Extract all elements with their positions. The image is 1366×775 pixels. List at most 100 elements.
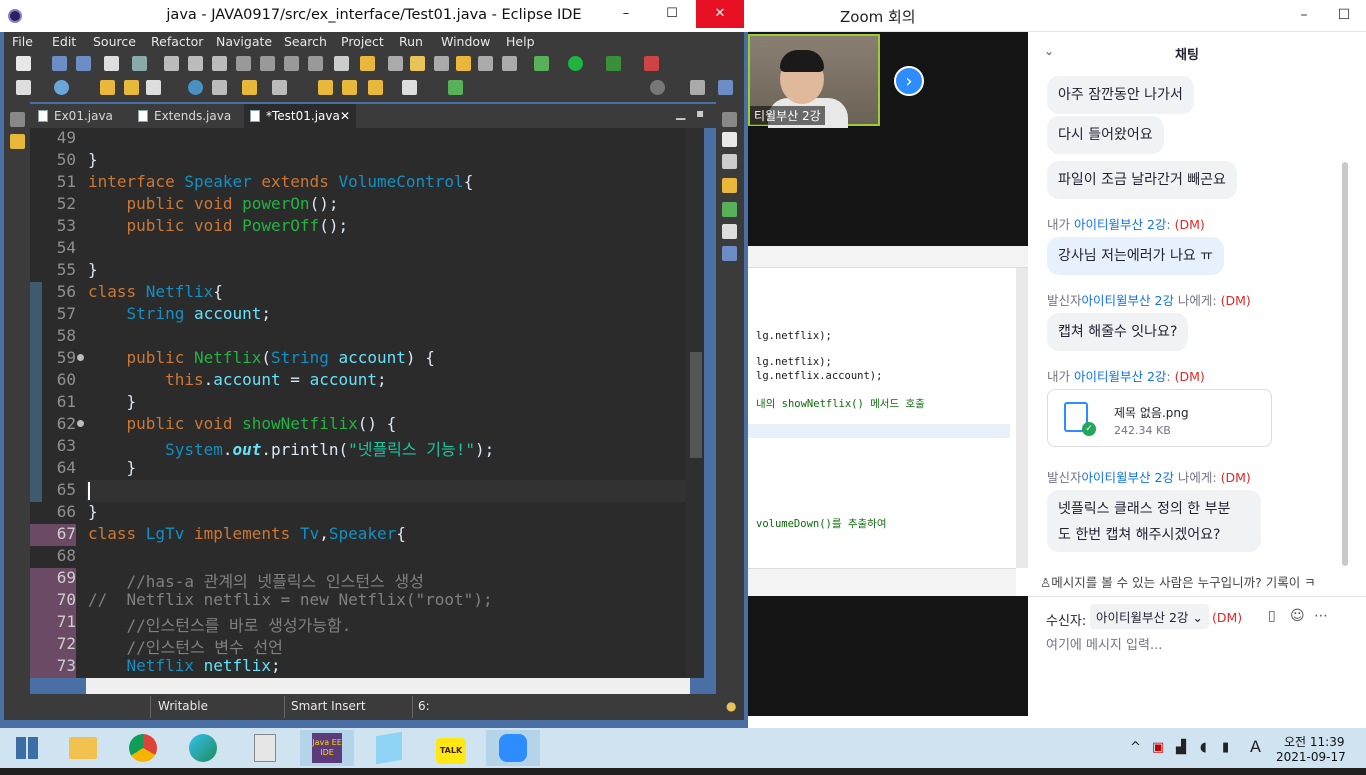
step-into-icon[interactable] xyxy=(260,56,275,71)
close-button[interactable]: ✕ xyxy=(696,0,744,28)
sender-name[interactable]: 아이티윌부산 2강 xyxy=(1074,217,1166,232)
start-button[interactable] xyxy=(0,730,54,766)
eclipse-titlebar[interactable]: java - JAVA0917/src/ex_interface/Test01.… xyxy=(0,0,748,32)
print-icon[interactable] xyxy=(104,56,119,71)
menu-run[interactable]: Run xyxy=(399,34,423,49)
scroll-thumb[interactable] xyxy=(690,352,702,458)
taskbar-calculator[interactable] xyxy=(238,730,292,766)
show-hidden-icons[interactable]: ^ xyxy=(1130,740,1141,755)
minimize-button[interactable]: – xyxy=(1284,0,1324,30)
menu-edit[interactable]: Edit xyxy=(52,34,76,49)
save-all-icon[interactable] xyxy=(76,56,91,71)
visibility-notice[interactable]: ♙메시지를 볼 수 있는 사람은 누구입니까? 기록이 ㅋ xyxy=(1040,572,1360,591)
coverage-icon[interactable] xyxy=(606,56,621,71)
forward-icon[interactable] xyxy=(402,80,417,95)
lightbulb-icon[interactable]: ● xyxy=(726,699,736,713)
edit-icon[interactable] xyxy=(146,80,161,95)
emoji-icon[interactable]: ☺ xyxy=(1290,608,1305,624)
package-explorer-icon[interactable] xyxy=(10,134,25,149)
clock-date[interactable]: 2021-09-17 xyxy=(1276,750,1346,764)
new-java-package-icon[interactable] xyxy=(54,80,69,95)
more-icon[interactable]: ⋯ xyxy=(1314,608,1328,624)
search-icon[interactable] xyxy=(212,80,227,95)
task-list-icon[interactable] xyxy=(722,132,737,147)
open-perspective-icon[interactable] xyxy=(690,80,705,95)
taskbar-file-explorer[interactable] xyxy=(56,730,110,766)
junit-icon[interactable] xyxy=(722,202,737,217)
debug-icon[interactable] xyxy=(534,56,549,71)
mark-occurrences-icon[interactable] xyxy=(410,56,425,71)
tab-extends[interactable]: Extends.java xyxy=(132,104,242,128)
new-java-project-icon[interactable] xyxy=(16,80,31,95)
wifi-icon[interactable]: ▟ xyxy=(1176,740,1186,755)
step-return-icon[interactable] xyxy=(308,56,323,71)
file-icon[interactable]: ▯ xyxy=(1268,608,1276,624)
clock-time[interactable]: 오전 11:39 xyxy=(1284,733,1344,750)
menu-source[interactable]: Source xyxy=(93,34,136,49)
resume-icon[interactable] xyxy=(164,56,179,71)
sender-name[interactable]: 아이티윌부산 2강 xyxy=(1082,470,1174,485)
taskbar-notepad[interactable] xyxy=(362,730,416,766)
open-type-icon[interactable] xyxy=(334,56,349,71)
recipient-select[interactable]: 아이티윌부산 2강 ⌄ xyxy=(1090,604,1209,629)
menu-refactor[interactable]: Refactor xyxy=(151,34,203,49)
toggle-breadcrumb-icon[interactable] xyxy=(388,56,403,71)
new-icon[interactable] xyxy=(16,56,31,71)
maximize-button[interactable]: ☐ xyxy=(650,0,694,28)
restore-icon[interactable] xyxy=(722,112,737,127)
menu-file[interactable]: File xyxy=(12,34,33,49)
taskbar-chrome[interactable] xyxy=(116,730,170,766)
close-tab-icon[interactable]: ✕ xyxy=(340,104,350,128)
suspend-icon[interactable] xyxy=(188,56,203,71)
maximize-editor-icon[interactable]: ▪ xyxy=(696,106,704,120)
web-browser-icon[interactable] xyxy=(188,80,203,95)
minimize-editor-icon[interactable]: ▁ xyxy=(676,106,685,120)
menu-search[interactable]: Search xyxy=(284,34,327,49)
new-window-icon[interactable] xyxy=(448,80,463,95)
terminate-icon[interactable] xyxy=(212,56,227,71)
back-icon[interactable] xyxy=(368,80,383,95)
tab-ex01[interactable]: Ex01.java xyxy=(32,104,132,128)
block-selection-icon[interactable] xyxy=(434,56,449,71)
taskbar-edge[interactable] xyxy=(176,730,230,766)
pin-icon[interactable] xyxy=(242,80,257,95)
file-attachment[interactable]: ✓ 제목 없음.png 242.34 KB xyxy=(1047,389,1272,447)
prev-annotation-icon[interactable] xyxy=(318,80,333,95)
run-icon[interactable] xyxy=(568,56,583,71)
problems-icon[interactable] xyxy=(722,224,737,239)
next-annotation-icon[interactable] xyxy=(342,80,357,95)
maximize-button[interactable]: ☐ xyxy=(1324,0,1364,30)
taskbar-zoom[interactable] xyxy=(486,730,540,766)
taskbar-kakaotalk[interactable]: TALK xyxy=(424,730,478,766)
show-whitespace-icon[interactable] xyxy=(478,56,493,71)
external-tools-icon[interactable] xyxy=(644,56,659,71)
restore-icon[interactable] xyxy=(10,112,25,127)
open-project-icon[interactable] xyxy=(124,80,139,95)
minimize-button[interactable]: – xyxy=(604,0,648,28)
menu-help[interactable]: Help xyxy=(506,34,535,49)
disconnect-icon[interactable] xyxy=(236,56,251,71)
open-folder-icon[interactable] xyxy=(100,80,115,95)
sender-name[interactable]: 아이티윌부산 2강 xyxy=(1074,369,1166,384)
tab-test01[interactable]: *Test01.java ✕ xyxy=(244,104,356,128)
input-method[interactable]: A xyxy=(1250,737,1261,756)
outline-icon[interactable] xyxy=(722,154,737,169)
volume-icon[interactable]: ◖ xyxy=(1200,740,1207,755)
step-over-icon[interactable] xyxy=(284,56,299,71)
participant-video[interactable]: 티윌부산 2강 xyxy=(748,34,880,128)
battery-icon[interactable]: ▮ xyxy=(1222,740,1229,755)
word-wrap-icon[interactable] xyxy=(456,56,471,71)
zoom-titlebar[interactable]: Zoom 회의 – ☐ xyxy=(748,0,1366,32)
save-icon[interactable] xyxy=(52,56,67,71)
open-task-icon[interactable] xyxy=(360,56,375,71)
next-page-button[interactable]: › xyxy=(894,66,924,96)
menu-window[interactable]: Window xyxy=(441,34,490,49)
message-input[interactable]: 여기에 메시지 입력... xyxy=(1046,634,1162,653)
chat-scrollbar[interactable] xyxy=(1342,162,1348,566)
console-icon[interactable] xyxy=(722,246,737,261)
fold-toggle-icon[interactable] xyxy=(77,354,84,361)
quick-access-search-icon[interactable] xyxy=(650,80,665,95)
taskbar-eclipse[interactable]: Java EE IDE xyxy=(300,730,354,766)
network-warning-icon[interactable]: ▣ xyxy=(1152,740,1164,755)
sender-name[interactable]: 아이티윌부산 2강 xyxy=(1082,293,1174,308)
